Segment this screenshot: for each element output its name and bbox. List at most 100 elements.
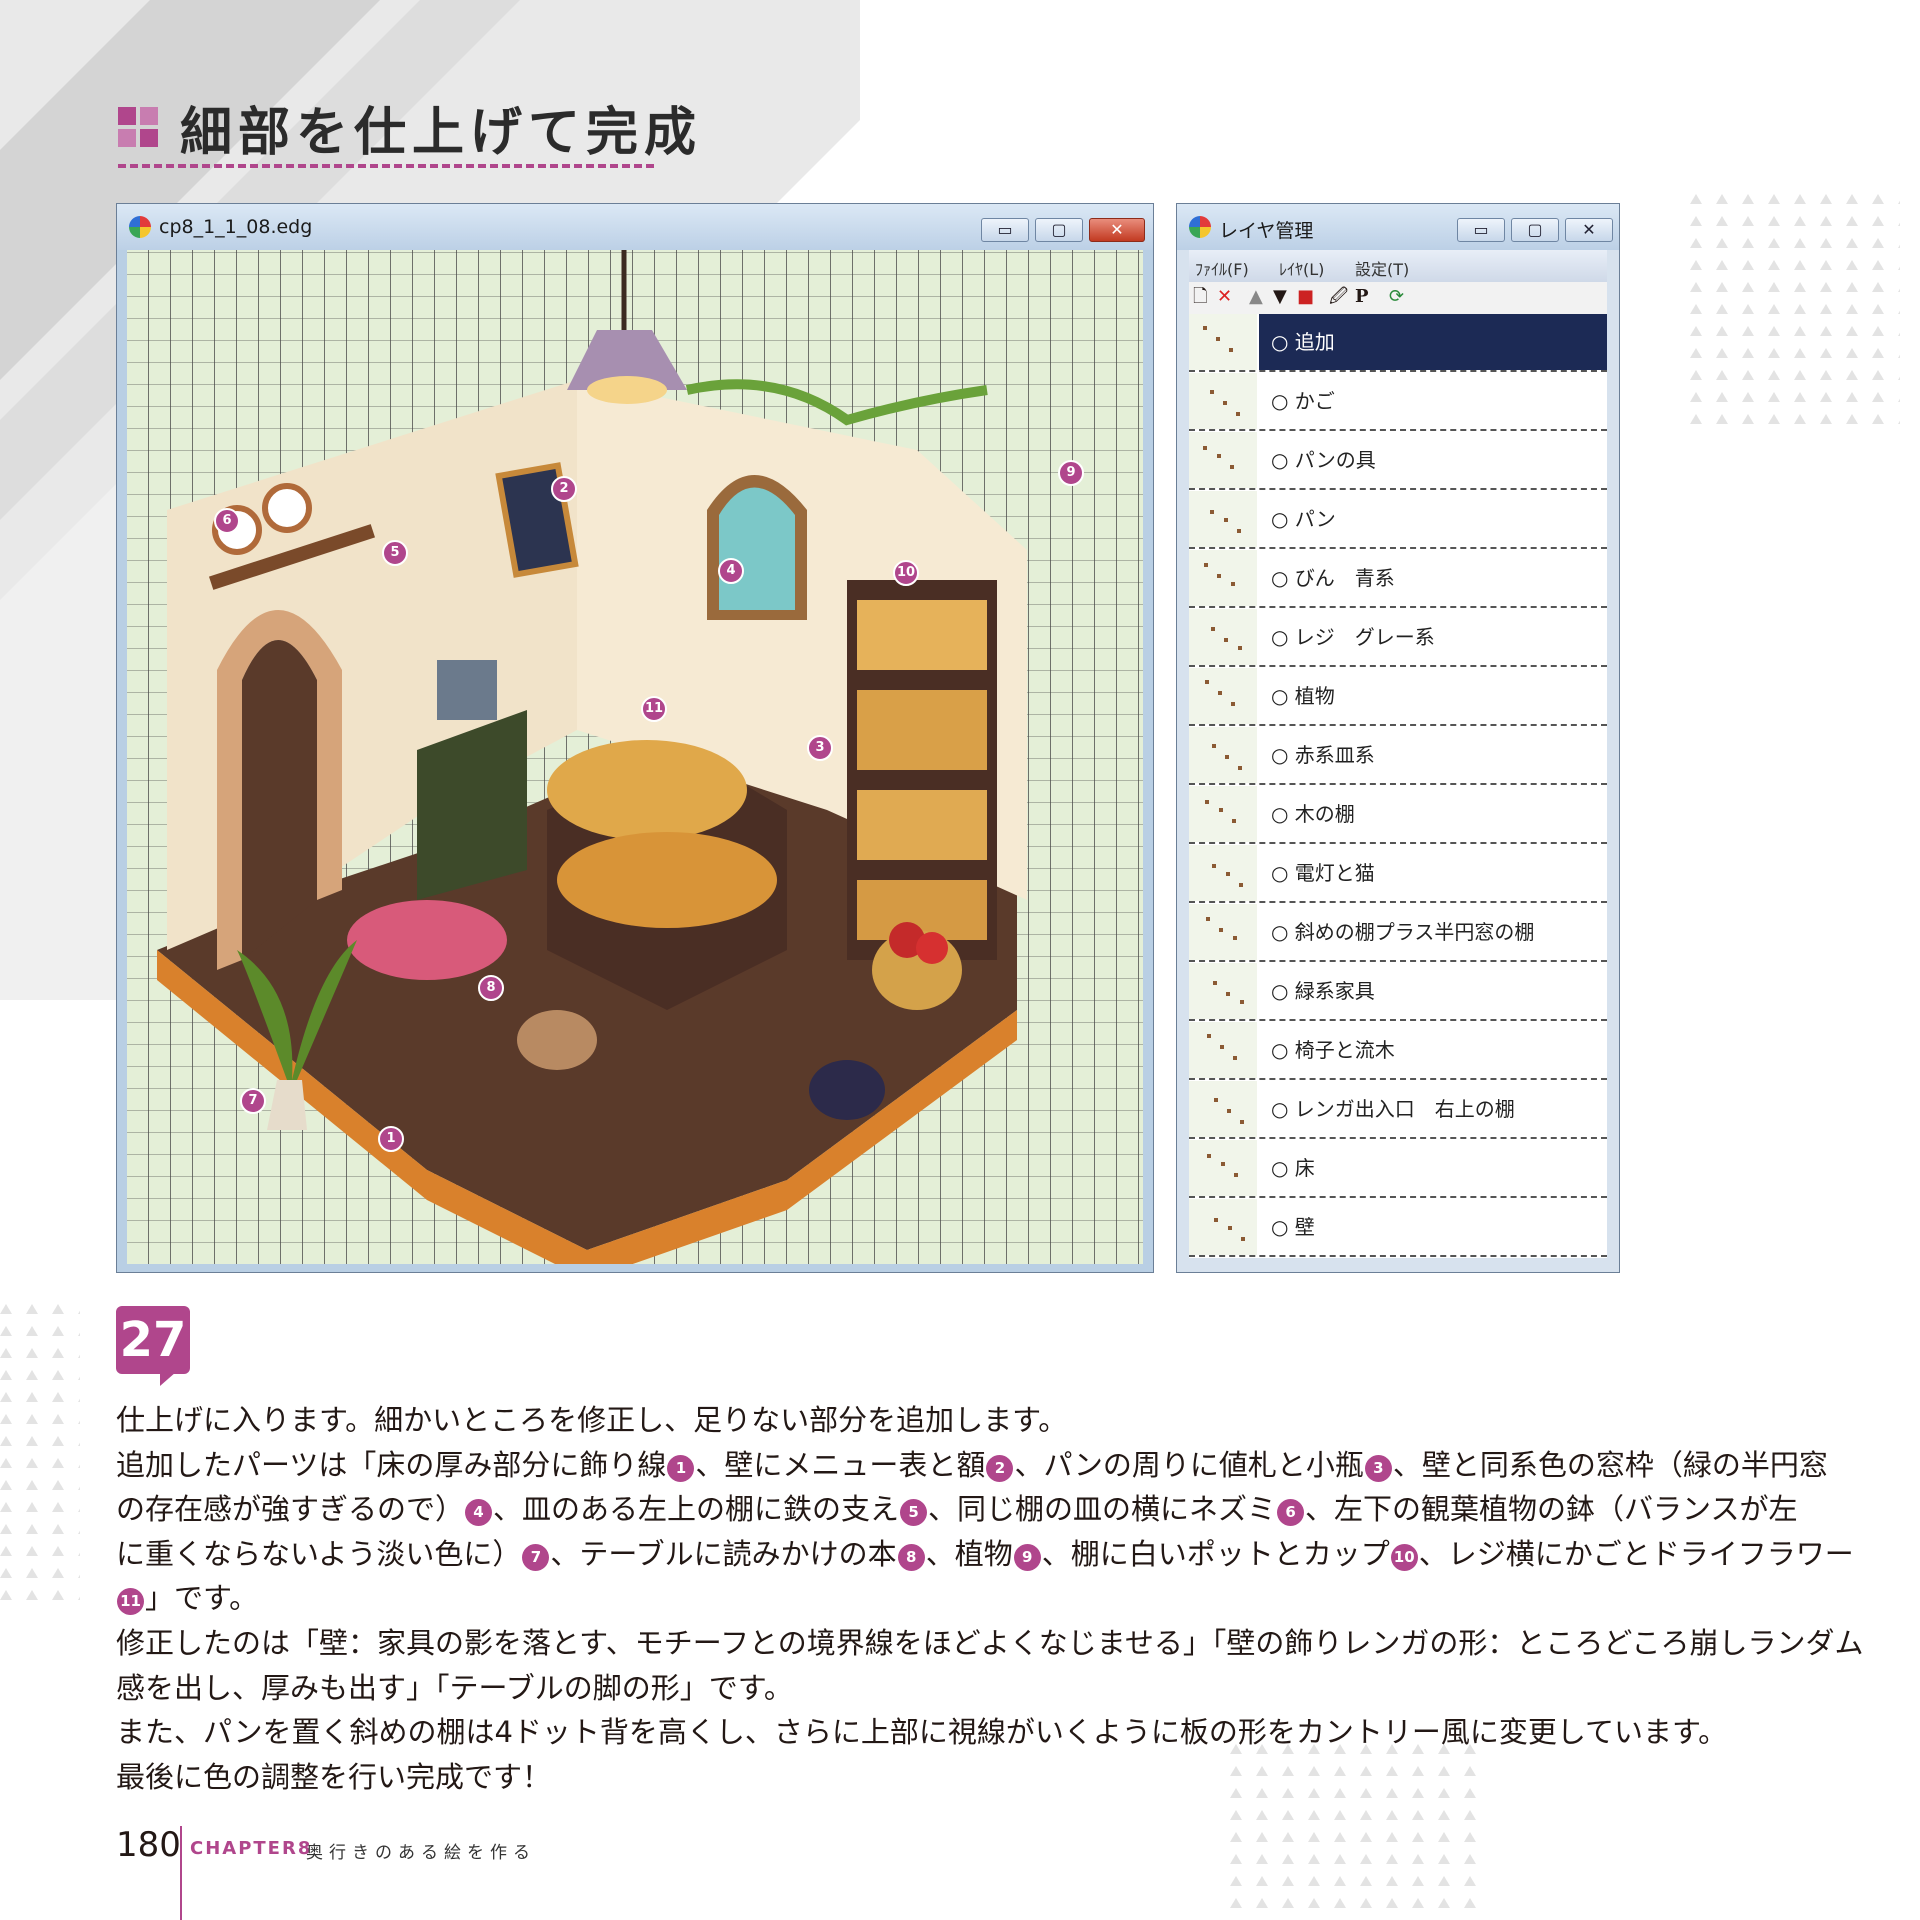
layer-window-title: レイヤ管理	[1219, 220, 1314, 242]
layer-name: ○ レンガ出入口 右上の棚	[1271, 1097, 1515, 1121]
layer-row[interactable]: ○ 追加	[1189, 314, 1607, 372]
layer-thumbnail	[1189, 845, 1257, 901]
move-down-icon[interactable]: ▼	[1273, 287, 1287, 307]
layer-name: ○ かご	[1271, 389, 1335, 413]
layer-maximize-button[interactable]: ▢	[1511, 218, 1559, 242]
footer-divider	[180, 1826, 182, 1920]
new-layer-icon[interactable]: 🗋	[1193, 287, 1207, 307]
potted-plant	[267, 1080, 307, 1130]
menu-layer[interactable]: ﾚｲﾔ(L)	[1279, 256, 1324, 280]
dot-pattern-right	[1690, 190, 1900, 430]
layer-row[interactable]: ○ 壁	[1189, 1199, 1607, 1257]
layer-row[interactable]: ○ 床	[1189, 1140, 1607, 1198]
maximize-button[interactable]: ▢	[1035, 218, 1083, 242]
ref-5: 5	[900, 1499, 928, 1527]
layer-row[interactable]: ○ 赤系皿系	[1189, 727, 1607, 785]
layer-minimize-button[interactable]: ▭	[1457, 218, 1505, 242]
callout-badge-1: 1	[378, 1126, 404, 1152]
layer-close-button[interactable]: ✕	[1565, 218, 1613, 242]
edit-icon[interactable]: 🖉	[1329, 287, 1348, 307]
step-number-tail	[160, 1372, 176, 1386]
layer-row[interactable]: ○ 木の棚	[1189, 786, 1607, 844]
layer-row[interactable]: ○ パンの具	[1189, 432, 1607, 490]
body-line-1: 仕上げに入ります。細かいところを修正し、足りない部分を追加します。	[116, 1403, 1068, 1437]
layer-name: ○ レジ グレー系	[1271, 625, 1435, 649]
refresh-icon[interactable]: ⟳	[1389, 287, 1404, 307]
ref-6: 6	[1277, 1499, 1305, 1527]
ref-2: 2	[986, 1454, 1014, 1482]
layer-thumbnail	[1189, 1199, 1257, 1255]
layer-row[interactable]: ○ レンガ出入口 右上の棚	[1189, 1081, 1607, 1139]
layer-list: ○ 追加 ○ かご ○ パンの具 ○ パン ○ びん 青系 ○ レジ グレー系 ○ 植物 ○ …	[1189, 314, 1607, 1258]
layer-name: ○ パン	[1271, 507, 1336, 531]
close-icon: ✕	[1582, 220, 1596, 239]
layer-toolbar: 🗋 ✕ ▲ ▼ ■ 🖉 P ⟳	[1189, 282, 1607, 315]
body-text: 仕上げに入ります。細かいところを修正し、足りない部分を追加します。 追加したパー…	[116, 1398, 1864, 1799]
heading-title: 細部を仕上げて完成	[180, 102, 703, 163]
ref-3: 3	[1364, 1454, 1392, 1482]
layer-name: ○ 床	[1271, 1156, 1315, 1180]
layer-name: ○ 追加	[1259, 314, 1607, 370]
layer-row[interactable]: ○ 椅子と流木	[1189, 1022, 1607, 1080]
layer-row[interactable]: ○ パン	[1189, 491, 1607, 549]
layer-thumbnail	[1189, 1081, 1257, 1137]
ref-9: 9	[1013, 1543, 1041, 1571]
chapter-title: 奥行きのある絵を作る	[306, 1843, 536, 1863]
layer-thumbnail	[1189, 727, 1257, 783]
pixel-art-canvas[interactable]: 1 2 3 4 5 6 7 8 9 10 11	[127, 250, 1143, 1264]
ref-4: 4	[465, 1499, 493, 1527]
layer-row[interactable]: ○ レジ グレー系	[1189, 609, 1607, 667]
color-icon[interactable]: ■	[1297, 287, 1314, 307]
menu-settings[interactable]: 設定(T)	[1355, 256, 1409, 280]
body-line-8: また、パンを置く斜めの棚は4ドット背を高くし、さらに上部に視線がいくように板の形…	[116, 1715, 1728, 1750]
chapter-label: CHAPTER8	[190, 1838, 313, 1859]
layer-thumbnail	[1189, 491, 1257, 547]
layer-row[interactable]: ○ 緑系家具	[1189, 963, 1607, 1021]
move-up-icon[interactable]: ▲	[1249, 287, 1263, 307]
editor-titlebar[interactable]: cp8_1_1_08.edg ▭ ▢ ✕	[117, 204, 1153, 250]
body-line-3: の存在感が強すぎるので） 4 、皿のある左上の棚に鉄の支え 5 、同じ棚の皿の横にネズミ…	[116, 1492, 1798, 1527]
layer-row[interactable]: ○ 電灯と猫	[1189, 845, 1607, 903]
body-line-7: 感を出し、厚みも出す」「テーブルの脚の形」です。	[116, 1670, 793, 1705]
callout-badge-9: 9	[1058, 460, 1084, 486]
p-icon[interactable]: P	[1355, 287, 1369, 307]
menu-file[interactable]: ﾌｧｲﾙ(F)	[1195, 256, 1249, 280]
layer-row[interactable]: ○ かご	[1189, 373, 1607, 431]
step-number: 27	[116, 1306, 190, 1374]
callout-badge-10: 10	[893, 560, 919, 586]
layer-name: ○ 電灯と猫	[1271, 861, 1375, 885]
callout-badge-5: 5	[382, 540, 408, 566]
layer-row[interactable]: ○ 植物	[1189, 668, 1607, 726]
layer-name: ○ 緑系家具	[1271, 979, 1375, 1003]
layer-name: ○ 赤系皿系	[1271, 743, 1375, 767]
layer-thumbnail	[1189, 432, 1257, 488]
chair	[517, 1010, 597, 1070]
body-line-2: 追加したパーツは「床の厚み部分に飾り線 1 、壁にメニュー表と額 2 、パンの周りに値札…	[116, 1447, 1828, 1482]
layer-name: ○ 植物	[1271, 684, 1335, 708]
delete-layer-icon[interactable]: ✕	[1217, 287, 1232, 307]
app-logo-icon	[1189, 216, 1211, 238]
layer-thumbnail	[1189, 1140, 1257, 1196]
layer-titlebar[interactable]: レイヤ管理 ▭ ▢ ✕	[1177, 204, 1619, 250]
editor-title: cp8_1_1_08.edg	[159, 216, 313, 238]
layer-thumbnail	[1189, 609, 1257, 665]
layer-thumbnail	[1189, 373, 1257, 429]
ref-10: 10	[1390, 1543, 1418, 1571]
maximize-icon: ▢	[1051, 220, 1067, 239]
layer-thumbnail	[1189, 550, 1257, 606]
section-heading: 細部を仕上げて完成	[118, 92, 703, 163]
minimize-button[interactable]: ▭	[981, 218, 1029, 242]
heading-underline	[118, 164, 654, 168]
layer-name: ○ 斜めの棚プラス半円窓の棚	[1271, 920, 1535, 944]
heading-square-icon	[118, 107, 158, 147]
layer-name: ○ パンの具	[1271, 448, 1376, 472]
close-button[interactable]: ✕	[1089, 218, 1145, 242]
callout-badge-4: 4	[718, 558, 744, 584]
layer-row[interactable]: ○ びん 青系	[1189, 550, 1607, 608]
body-line-6: 修正したのは「壁：家具の影を落とす、モチーフとの境界線をほどよくなじませる」「壁…	[116, 1625, 1864, 1660]
layer-name: ○ 木の棚	[1271, 802, 1355, 826]
layer-thumbnail	[1189, 904, 1257, 960]
body-line-9: 最後に色の調整を行い完成です！	[116, 1759, 552, 1794]
layer-row[interactable]: ○ 斜めの棚プラス半円窓の棚	[1189, 904, 1607, 962]
layer-thumbnail	[1189, 963, 1257, 1019]
